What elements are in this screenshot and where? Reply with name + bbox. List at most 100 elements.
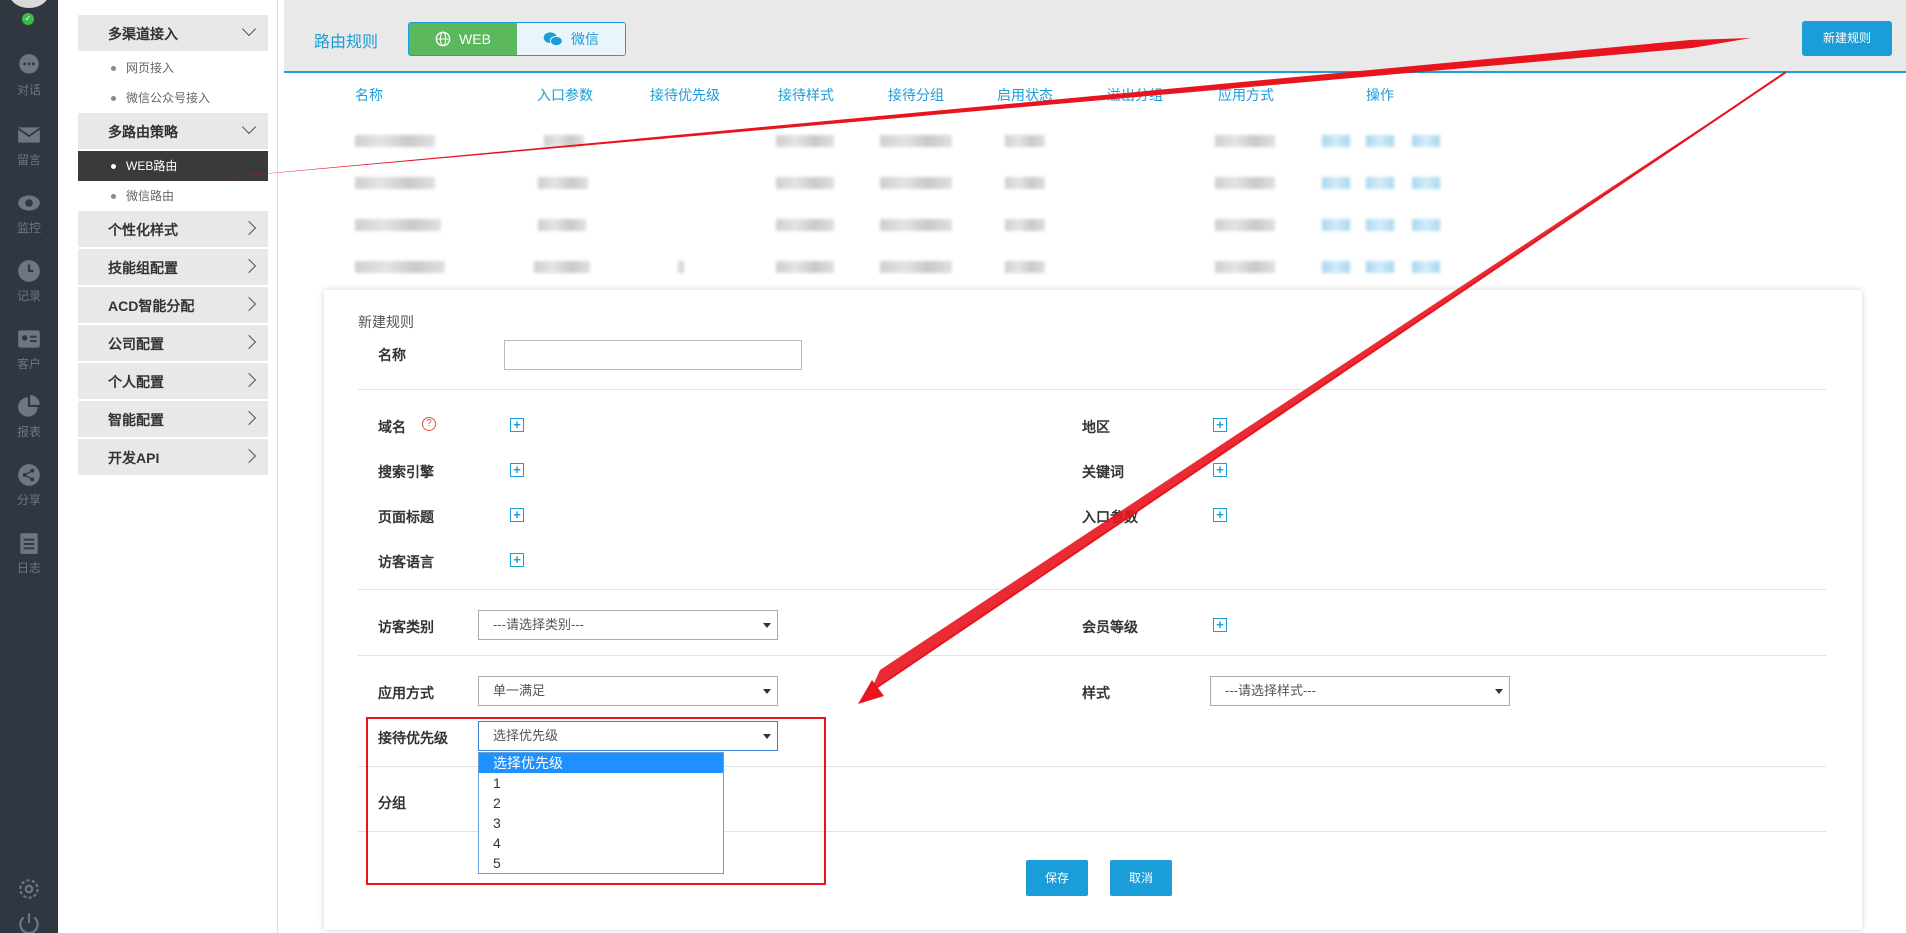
column-header[interactable]: 溢出分组 bbox=[1107, 85, 1163, 105]
rail-item-message[interactable]: 留言 bbox=[0, 122, 58, 168]
tab-web[interactable]: WEB bbox=[409, 23, 517, 55]
domain-label: 域名 bbox=[378, 419, 406, 435]
help-icon[interactable]: ? bbox=[422, 417, 436, 431]
rail-item-customers[interactable]: 客户 bbox=[0, 326, 58, 372]
column-header[interactable]: 应用方式 bbox=[1218, 85, 1274, 105]
tab-wechat[interactable]: 微信 bbox=[517, 23, 625, 55]
menu-group-multichannel[interactable]: 多渠道接入 bbox=[78, 15, 268, 53]
column-header[interactable]: 接待优先级 bbox=[650, 85, 720, 105]
table-row[interactable] bbox=[278, 259, 1878, 275]
region-label: 地区 bbox=[1082, 419, 1110, 435]
page-title-label: 页面标题 bbox=[378, 509, 434, 525]
menu-group-smart[interactable]: 智能配置 bbox=[78, 401, 268, 439]
divider bbox=[358, 589, 1826, 590]
add-entry-param-button[interactable]: + bbox=[1213, 508, 1227, 522]
wechat-icon bbox=[543, 32, 563, 47]
new-rule-form: 新建规则 名称 域名 ? + 地区 + 搜索引擎 + 关键词 + 页面标题 + … bbox=[324, 290, 1862, 930]
main-content: 路由规则 WEB 微信 新建规则 名称 入口参数 接待优先级 接待样式 接待分组… bbox=[278, 0, 1906, 933]
menu-group-api[interactable]: 开发API bbox=[78, 439, 268, 477]
rail-item-settings[interactable] bbox=[0, 876, 58, 902]
save-button[interactable]: 保存 bbox=[1026, 860, 1088, 896]
priority-option[interactable]: 5 bbox=[479, 853, 723, 873]
rail-item-share[interactable]: 分享 bbox=[0, 462, 58, 508]
menu-item-wechat-access[interactable]: 微信公众号接入 bbox=[78, 83, 268, 113]
priority-option[interactable]: 1 bbox=[479, 773, 723, 793]
rail-item-monitor[interactable]: 监控 bbox=[0, 190, 58, 236]
visitor-type-label: 访客类别 bbox=[378, 619, 434, 635]
add-member-level-button[interactable]: + bbox=[1213, 618, 1227, 632]
entry-param-label: 入口参数 bbox=[1082, 509, 1138, 525]
priority-option[interactable]: 3 bbox=[479, 813, 723, 833]
divider bbox=[358, 655, 1826, 656]
chevron-right-icon bbox=[241, 410, 257, 426]
style-select[interactable]: ---请选择样式--- bbox=[1210, 676, 1510, 706]
new-rule-button[interactable]: 新建规则 bbox=[1802, 21, 1892, 56]
caret-down-icon bbox=[763, 734, 771, 739]
priority-option[interactable]: 选择优先级 bbox=[479, 753, 723, 773]
rail-item-reports[interactable]: 报表 bbox=[0, 394, 58, 440]
avatar[interactable] bbox=[9, 0, 49, 8]
keyword-label: 关键词 bbox=[1082, 464, 1124, 480]
rules-table-header: 名称 入口参数 接待优先级 接待样式 接待分组 启用状态 溢出分组 应用方式 操… bbox=[278, 85, 1878, 105]
apply-mode-label: 应用方式 bbox=[378, 685, 434, 701]
icon-rail: ✓ 对话 留言 监控 记录 客户 报表 分享 日志 bbox=[0, 0, 58, 933]
caret-down-icon bbox=[763, 689, 771, 694]
column-header[interactable]: 接待分组 bbox=[888, 85, 944, 105]
eye-icon bbox=[18, 195, 40, 211]
cancel-button[interactable]: 取消 bbox=[1110, 860, 1172, 896]
add-page-title-button[interactable]: + bbox=[510, 508, 524, 522]
menu-group-custom-style[interactable]: 个性化样式 bbox=[78, 211, 268, 249]
style-label: 样式 bbox=[1082, 685, 1110, 701]
caret-down-icon bbox=[763, 623, 771, 628]
chevron-right-icon bbox=[241, 296, 257, 312]
visitor-type-select[interactable]: ---请选择类别--- bbox=[478, 610, 778, 640]
table-row[interactable] bbox=[278, 217, 1878, 233]
column-header[interactable]: 操作 bbox=[1366, 85, 1394, 105]
form-title: 新建规则 bbox=[358, 314, 414, 330]
globe-icon bbox=[435, 31, 451, 47]
menu-item-web-routing[interactable]: WEB路由 bbox=[78, 151, 268, 181]
add-keyword-button[interactable]: + bbox=[1213, 463, 1227, 477]
chevron-down-icon bbox=[241, 21, 257, 37]
add-search-engine-button[interactable]: + bbox=[510, 463, 524, 477]
table-row[interactable] bbox=[278, 175, 1878, 191]
rail-item-logs[interactable]: 日志 bbox=[0, 530, 58, 576]
menu-group-acd[interactable]: ACD智能分配 bbox=[78, 287, 268, 325]
menu-group-skill-group[interactable]: 技能组配置 bbox=[78, 249, 268, 287]
divider bbox=[358, 389, 1826, 390]
add-region-button[interactable]: + bbox=[1213, 418, 1227, 432]
menu-group-company[interactable]: 公司配置 bbox=[78, 325, 268, 363]
page-title: 路由规则 bbox=[314, 34, 379, 51]
menu-group-personal[interactable]: 个人配置 bbox=[78, 363, 268, 401]
menu-item-wechat-routing[interactable]: 微信路由 bbox=[78, 181, 268, 211]
apply-mode-select[interactable]: 单一满足 bbox=[478, 676, 778, 706]
clipboard-icon bbox=[20, 533, 38, 554]
rail-item-records[interactable]: 记录 bbox=[0, 258, 58, 304]
table-row[interactable] bbox=[278, 133, 1878, 149]
add-visitor-language-button[interactable]: + bbox=[510, 553, 524, 567]
column-header[interactable]: 名称 bbox=[355, 85, 383, 105]
rail-item-chat[interactable]: 对话 bbox=[0, 52, 58, 98]
priority-dropdown-list: 选择优先级 1 2 3 4 5 bbox=[478, 752, 724, 874]
menu-item-web-access[interactable]: 网页接入 bbox=[78, 53, 268, 83]
chevron-right-icon bbox=[241, 258, 257, 274]
priority-label: 接待优先级 bbox=[378, 730, 448, 746]
chevron-down-icon bbox=[241, 119, 257, 135]
add-domain-button[interactable]: + bbox=[510, 418, 524, 432]
chevron-right-icon bbox=[241, 334, 257, 350]
column-header[interactable]: 启用状态 bbox=[997, 85, 1053, 105]
search-engine-label: 搜索引擎 bbox=[378, 464, 434, 480]
pie-chart-icon bbox=[18, 395, 40, 417]
priority-option[interactable]: 4 bbox=[479, 833, 723, 853]
column-header[interactable]: 接待样式 bbox=[778, 85, 834, 105]
priority-option[interactable]: 2 bbox=[479, 793, 723, 813]
mail-icon bbox=[17, 127, 41, 143]
name-input[interactable] bbox=[504, 340, 802, 370]
rail-item-logout[interactable] bbox=[0, 910, 58, 933]
contact-card-icon bbox=[18, 330, 40, 348]
share-icon bbox=[18, 464, 40, 486]
column-header[interactable]: 入口参数 bbox=[537, 85, 593, 105]
menu-group-routing[interactable]: 多路由策略 bbox=[78, 113, 268, 151]
caret-down-icon bbox=[1495, 689, 1503, 694]
priority-select[interactable]: 选择优先级 bbox=[478, 721, 778, 751]
